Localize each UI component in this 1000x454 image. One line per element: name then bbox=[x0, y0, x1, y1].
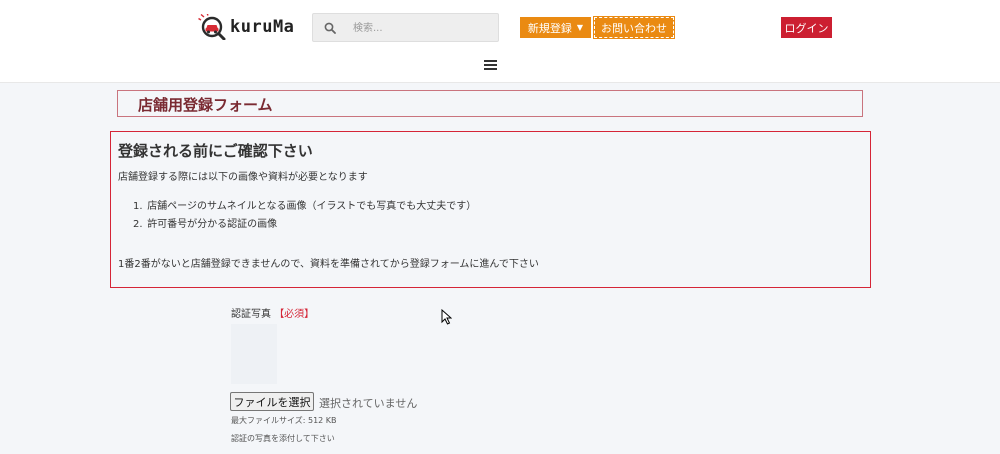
login-button[interactable]: ログイン bbox=[781, 17, 832, 38]
hamburger-line bbox=[484, 68, 497, 70]
caret-down-icon: ▼ bbox=[576, 23, 584, 32]
notice-heading: 登録される前にご確認下さい bbox=[118, 142, 313, 160]
max-file-size: 最大ファイルサイズ: 512 KB bbox=[231, 416, 337, 425]
file-status: 選択されていません bbox=[319, 397, 418, 410]
site-logo[interactable]: kuruMa bbox=[198, 12, 294, 42]
choose-file-button[interactable]: ファイルを選択 bbox=[230, 392, 314, 411]
form-title-box: 店舗用登録フォーム bbox=[117, 90, 863, 117]
required-badge: 【必須】 bbox=[274, 309, 315, 320]
notice-box: 登録される前にご確認下さい 店舗登録する際には以下の画像や資料が必要となります … bbox=[110, 131, 871, 288]
upload-hint: 認証の写真を添付して下さい bbox=[231, 434, 335, 443]
list-text: 許可番号が分かる認証の画像 bbox=[147, 219, 278, 230]
search-input[interactable] bbox=[351, 17, 495, 40]
form-title: 店舗用登録フォーム bbox=[138, 96, 273, 114]
upload-label: 認証写真 bbox=[231, 309, 271, 320]
contact-label: お問い合わせ bbox=[601, 21, 667, 35]
list-item: 2. 許可番号が分かる認証の画像 bbox=[133, 216, 476, 234]
logo-text: kuruMa bbox=[230, 17, 295, 37]
notice-intro: 店舗登録する際には以下の画像や資料が必要となります bbox=[118, 172, 368, 183]
contact-button[interactable]: お問い合わせ bbox=[593, 16, 675, 39]
register-menu-button[interactable]: 新規登録 ▼ bbox=[520, 17, 591, 38]
search-icon bbox=[324, 22, 336, 34]
site-header: kuruMa 新規登録 ▼ お問い合わせ ログイン bbox=[0, 0, 1000, 83]
search-box bbox=[312, 13, 499, 42]
list-number: 1. bbox=[133, 201, 143, 212]
list-text: 店舗ページのサムネイルとなる画像（イラストでも写真でも大丈夫です） bbox=[147, 201, 477, 212]
choose-file-label: ファイルを選択 bbox=[233, 395, 311, 409]
hamburger-line bbox=[484, 60, 497, 62]
login-label: ログイン bbox=[784, 21, 829, 35]
upload-field-label: 認証写真 【必須】 bbox=[231, 305, 314, 320]
list-number: 2. bbox=[133, 219, 143, 230]
car-magnifier-icon bbox=[198, 14, 226, 40]
hamburger-line bbox=[484, 64, 497, 66]
list-item: 1. 店舗ページのサムネイルとなる画像（イラストでも写真でも大丈夫です） bbox=[133, 198, 476, 216]
notice-outro: 1番2番がないと店舗登録できませんので、資料を準備されてから登録フォームに進んで… bbox=[118, 259, 539, 270]
image-preview bbox=[231, 324, 277, 384]
mouse-cursor-icon bbox=[441, 309, 452, 325]
hamburger-icon[interactable] bbox=[484, 60, 497, 71]
register-label: 新規登録 bbox=[527, 21, 572, 35]
requirements-list: 1. 店舗ページのサムネイルとなる画像（イラストでも写真でも大丈夫です） 2. … bbox=[133, 198, 476, 234]
